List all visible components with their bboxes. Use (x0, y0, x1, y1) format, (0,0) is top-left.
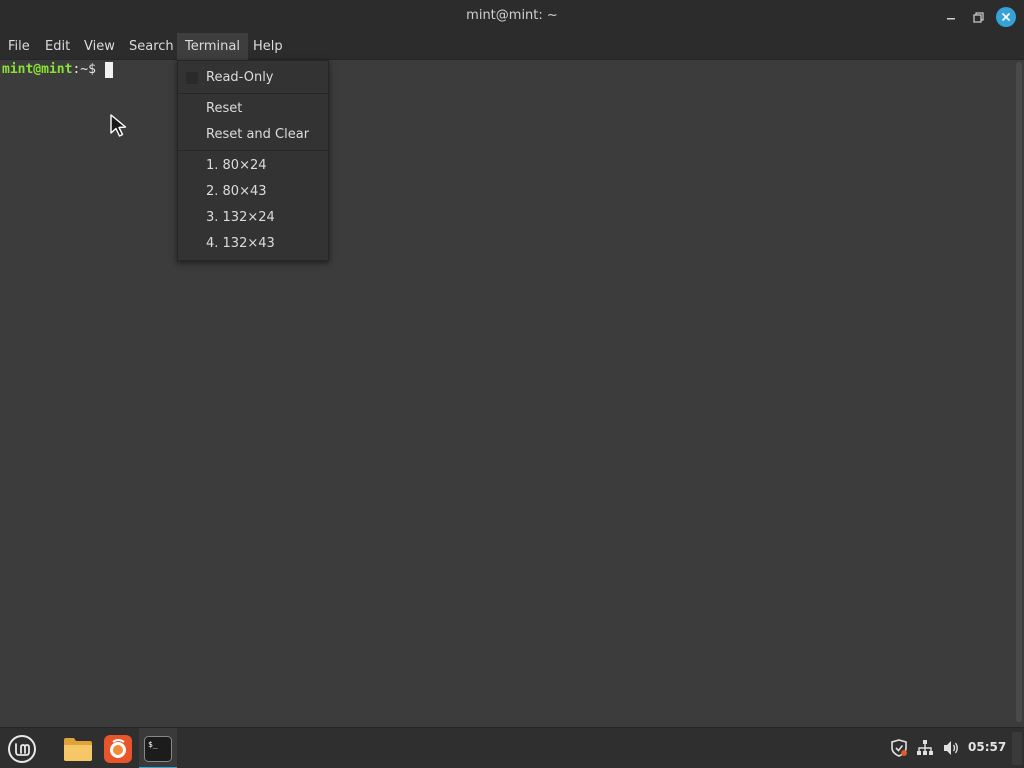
menu-separator (178, 93, 328, 94)
tray-network[interactable] (915, 738, 935, 758)
window-title: mint@mint: ~ (466, 8, 558, 23)
menu-item-size-80x43[interactable]: 2. 80×43 (178, 180, 328, 204)
minimize-icon (947, 18, 955, 20)
menu-item-size-132x43[interactable]: 4. 132×43 (178, 232, 328, 256)
menu-bar: File Edit View Search Terminal Help (0, 33, 1024, 60)
read-only-checkbox[interactable] (186, 72, 198, 84)
terminal-menu-dropdown: Read-Only Reset Reset and Clear 1. 80×24… (177, 60, 329, 261)
terminal-icon: $_ (144, 735, 172, 762)
tray-volume[interactable] (941, 738, 961, 758)
shell-prompt: mint@mint:~$ (2, 61, 104, 79)
close-button[interactable] (996, 7, 1016, 27)
menu-view[interactable]: View (76, 33, 123, 60)
clock[interactable]: 05:57 (968, 740, 1006, 754)
volume-icon (944, 741, 958, 755)
menu-terminal[interactable]: Terminal (177, 33, 248, 60)
menu-file[interactable]: File (0, 33, 38, 60)
menu-item-size-80x24[interactable]: 1. 80×24 (178, 154, 328, 178)
prompt-user-host: mint@mint (2, 62, 73, 77)
firefox-icon (104, 734, 132, 763)
title-bar[interactable]: mint@mint: ~ (0, 0, 1024, 33)
prompt-suffix: :~$ (72, 62, 104, 77)
maximize-icon (972, 11, 984, 23)
taskbar-terminal-button[interactable]: $_ (139, 728, 177, 768)
menu-edit[interactable]: Edit (37, 33, 78, 60)
menu-item-read-only[interactable]: Read-Only (178, 66, 328, 90)
network-icon (917, 740, 933, 755)
linux-mint-logo-icon (8, 734, 36, 763)
menu-item-reset-and-clear[interactable]: Reset and Clear (178, 123, 328, 147)
minimize-button[interactable] (941, 7, 961, 27)
taskbar-files-button[interactable] (58, 728, 98, 768)
close-icon (1002, 13, 1010, 21)
menu-item-size-132x24[interactable]: 3. 132×24 (178, 206, 328, 230)
terminal-area[interactable]: mint@mint:~$ (0, 60, 1024, 727)
show-desktop-button[interactable] (1012, 732, 1022, 765)
svg-text:$_: $_ (148, 740, 158, 749)
menu-search[interactable]: Search (121, 33, 182, 60)
maximize-button[interactable] (968, 7, 988, 27)
text-cursor (105, 62, 113, 78)
mouse-pointer-icon (110, 114, 127, 137)
taskbar: $_ 05:57 (0, 727, 1024, 768)
scrollbar[interactable] (1016, 62, 1022, 722)
tray-update-manager[interactable] (889, 738, 909, 758)
shield-update-icon (891, 739, 907, 757)
files-folder-icon (64, 737, 92, 761)
start-menu-button[interactable] (0, 728, 44, 768)
taskbar-firefox-button[interactable] (98, 728, 138, 768)
menu-item-reset[interactable]: Reset (178, 97, 328, 121)
menu-separator (178, 150, 328, 151)
read-only-label: Read-Only (206, 70, 274, 85)
menu-help[interactable]: Help (245, 33, 291, 60)
